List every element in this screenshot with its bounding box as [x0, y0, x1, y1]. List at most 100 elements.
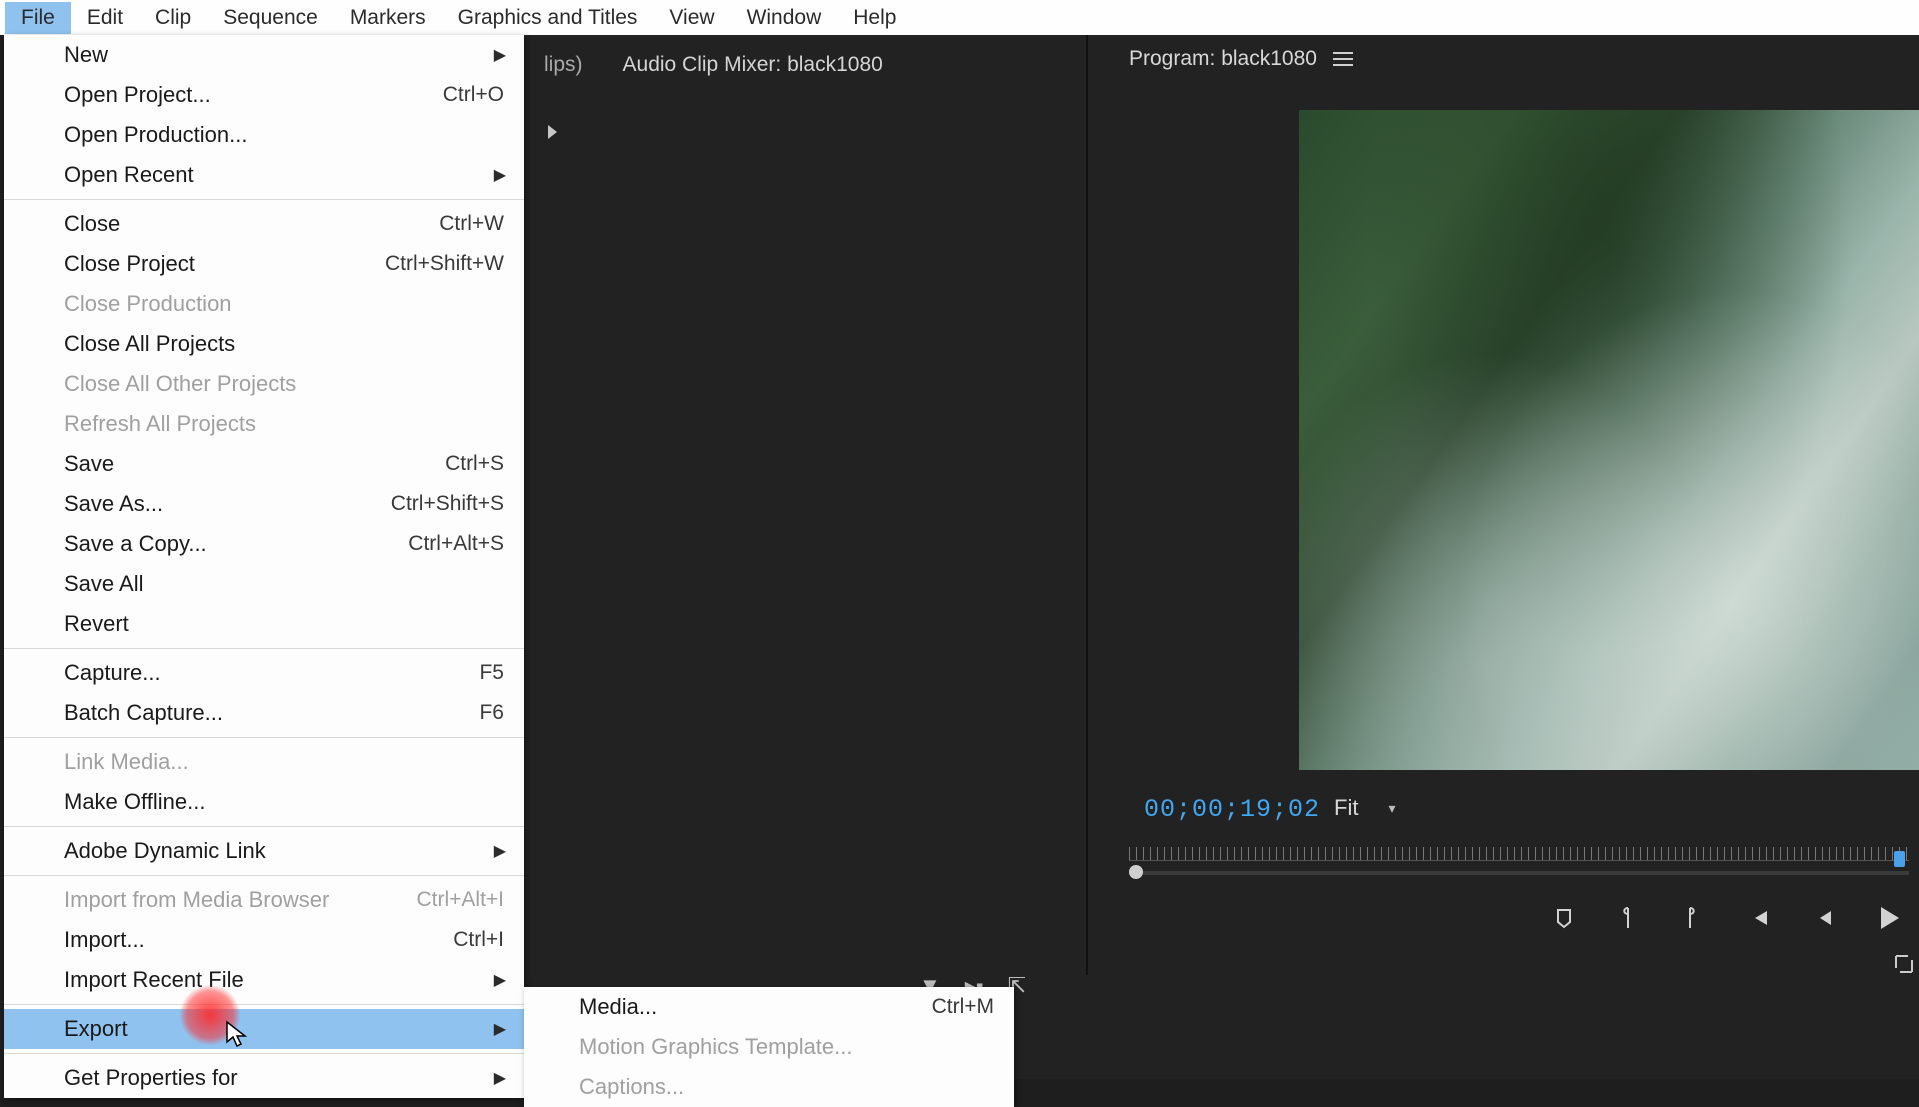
file-menu-link-media: Link Media...: [4, 742, 524, 782]
program-header: Program: black1080: [1109, 35, 1919, 83]
menu-item-label: Adobe Dynamic Link: [64, 838, 266, 864]
submenu-arrow-icon: ▶: [494, 970, 506, 990]
menu-item-label: Make Offline...: [64, 789, 205, 815]
menu-item-label: Revert: [64, 611, 129, 637]
mark-in-icon[interactable]: [1619, 906, 1637, 930]
menu-item-label: New: [64, 42, 108, 68]
scrubber-playhead[interactable]: [1129, 865, 1143, 879]
chevron-down-icon: ▾: [1388, 800, 1395, 817]
menu-item-label: Import from Media Browser: [64, 887, 329, 913]
menu-item-label: Import...: [64, 927, 145, 953]
menu-item-shortcut: F5: [479, 661, 504, 685]
panel-tabs: lips) Audio Clip Mixer: black1080: [524, 47, 1094, 83]
file-menu-save-as[interactable]: Save As...Ctrl+Shift+S: [4, 484, 524, 524]
menu-separator: [4, 875, 524, 876]
menu-item-label: Open Production...: [64, 122, 247, 148]
file-menu-refresh-all-projects: Refresh All Projects: [4, 404, 524, 444]
file-menu-make-offline[interactable]: Make Offline...: [4, 782, 524, 822]
file-menu-close-all-projects[interactable]: Close All Projects: [4, 324, 524, 364]
menu-item-shortcut: Ctrl+Alt+I: [416, 888, 504, 912]
scrubber-out-marker[interactable]: [1894, 851, 1905, 867]
submenu-arrow-icon: ▶: [494, 1019, 506, 1039]
menu-view[interactable]: View: [653, 2, 730, 34]
file-menu-adobe-dynamic-link[interactable]: Adobe Dynamic Link ▶: [4, 831, 524, 871]
panel-divider[interactable]: [1086, 35, 1088, 975]
play-icon[interactable]: [1877, 905, 1901, 931]
menu-item-label: Captions...: [579, 1074, 684, 1100]
panel-menu-icon[interactable]: [1333, 52, 1353, 66]
menu-item-label: Close All Other Projects: [64, 371, 296, 397]
fit-label: Fit: [1334, 795, 1358, 821]
file-menu-save[interactable]: SaveCtrl+S: [4, 444, 524, 484]
file-menu-open-project[interactable]: Open Project...Ctrl+O: [4, 75, 524, 115]
menu-item-label: Open Recent: [64, 162, 194, 188]
file-menu-batch-capture[interactable]: Batch Capture...F6: [4, 693, 524, 733]
menu-item-shortcut: Ctrl+Shift+W: [385, 252, 504, 276]
menu-item-label: Close: [64, 211, 120, 237]
menu-edit[interactable]: Edit: [71, 2, 139, 34]
export-submenu: Media...Ctrl+M Motion Graphics Template..…: [524, 987, 1014, 1107]
step-back-icon[interactable]: [1813, 908, 1833, 928]
submenu-arrow-icon: ▶: [494, 841, 506, 861]
export-menu-media[interactable]: Media...Ctrl+M: [524, 987, 1014, 1027]
menu-item-label: Close Project: [64, 251, 195, 277]
file-menu-save-all[interactable]: Save All: [4, 564, 524, 604]
file-menu-open-production[interactable]: Open Production...: [4, 115, 524, 155]
file-menu-import[interactable]: Import...Ctrl+I: [4, 920, 524, 960]
menu-item-label: Motion Graphics Template...: [579, 1034, 853, 1060]
menu-item-label: Import Recent File: [64, 967, 244, 993]
menu-graphics[interactable]: Graphics and Titles: [442, 2, 654, 34]
menu-item-shortcut: Ctrl+S: [445, 452, 504, 476]
menu-separator: [4, 826, 524, 827]
file-menu-export[interactable]: Export▶: [4, 1009, 524, 1049]
menu-sequence[interactable]: Sequence: [207, 2, 334, 34]
menu-separator: [4, 1004, 524, 1005]
menu-item-label: Save As...: [64, 491, 163, 517]
crop-icon[interactable]: [1893, 953, 1915, 981]
file-menu-capture[interactable]: Capture... F5: [4, 653, 524, 693]
file-menu-open-recent[interactable]: Open Recent ▶: [4, 155, 524, 195]
file-menu-close-project[interactable]: Close Project Ctrl+Shift+W: [4, 244, 524, 284]
menu-item-label: Capture...: [64, 660, 161, 686]
file-menu-get-properties-for[interactable]: Get Properties for▶: [4, 1058, 524, 1098]
mark-out-icon[interactable]: [1681, 906, 1699, 930]
marker-icon[interactable]: [1553, 907, 1575, 929]
time-scrubber[interactable]: [1129, 847, 1909, 887]
program-monitor: Program: black1080 00;00;19;02 Fit ▾: [1109, 35, 1919, 975]
menubar: File Edit Clip Sequence Markers Graphics…: [0, 0, 1919, 35]
file-menu-save-a-copy[interactable]: Save a Copy...Ctrl+Alt+S: [4, 524, 524, 564]
menu-clip[interactable]: Clip: [139, 2, 207, 34]
submenu-arrow-icon: ▶: [494, 165, 506, 185]
file-menu-revert[interactable]: Revert: [4, 604, 524, 644]
program-title: Program: black1080: [1129, 47, 1317, 71]
tab-clips-partial[interactable]: lips): [524, 47, 603, 83]
menu-item-label: Get Properties for: [64, 1065, 238, 1091]
transport-controls: [1109, 905, 1919, 931]
scrubber-ruler: [1129, 847, 1909, 861]
menu-item-label: Close All Projects: [64, 331, 235, 357]
menu-item-label: Open Project...: [64, 82, 211, 108]
menu-item-label: Link Media...: [64, 749, 189, 775]
file-menu-close[interactable]: Close Ctrl+W: [4, 204, 524, 244]
submenu-arrow-icon: ▶: [494, 45, 506, 65]
program-preview[interactable]: [1299, 110, 1919, 770]
menu-item-label: Batch Capture...: [64, 700, 223, 726]
file-menu-import-recent-file[interactable]: Import Recent File ▶: [4, 960, 524, 1000]
menu-file[interactable]: File: [5, 2, 71, 34]
timecode-display[interactable]: 00;00;19;02: [1144, 795, 1320, 824]
scrubber-track[interactable]: [1129, 871, 1909, 875]
file-menu-new[interactable]: New ▶: [4, 35, 524, 75]
menu-window[interactable]: Window: [731, 2, 838, 34]
fx-bypass-arrow-icon[interactable]: [546, 123, 560, 146]
tab-audio-mixer[interactable]: Audio Clip Mixer: black1080: [603, 47, 903, 83]
menu-item-shortcut: Ctrl+W: [439, 212, 504, 236]
menu-separator: [4, 1053, 524, 1054]
file-menu-import-from-media-browser: Import from Media Browser Ctrl+Alt+I: [4, 880, 524, 920]
go-to-in-icon[interactable]: [1743, 908, 1769, 928]
zoom-fit-dropdown[interactable]: Fit ▾: [1334, 795, 1395, 821]
menu-item-label: Save All: [64, 571, 144, 597]
menu-help[interactable]: Help: [837, 2, 912, 34]
menu-markers[interactable]: Markers: [334, 2, 442, 34]
export-menu-motion-graphics-template: Motion Graphics Template...: [524, 1027, 1014, 1067]
file-menu-dropdown: New ▶ Open Project...Ctrl+O Open Production…: [4, 35, 524, 1098]
